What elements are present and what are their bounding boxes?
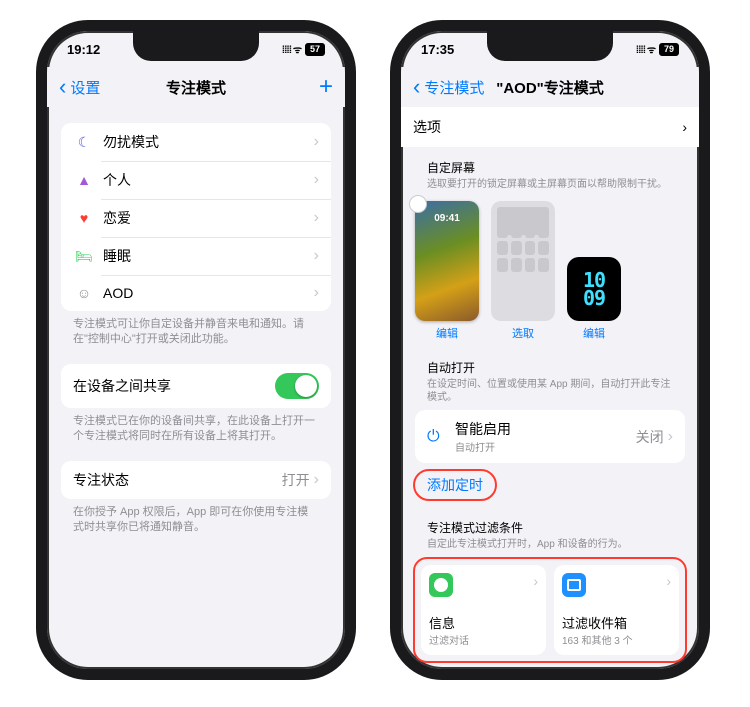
filters-header: 专注模式过滤条件 xyxy=(401,507,699,538)
mail-app-icon xyxy=(562,573,586,597)
mode-personal[interactable]: ▲ 个人 › xyxy=(61,161,331,199)
share-footer: 专注模式已在你的设备间共享，在此设备上打开一个专注模式将同时在所有设备上将其打开… xyxy=(61,408,331,445)
filters-highlight: › 信息 过滤对话 › 过滤收件箱 xyxy=(413,557,687,663)
filter-messages-card[interactable]: › 信息 过滤对话 xyxy=(421,565,546,655)
filter-mail-card[interactable]: › 过滤收件箱 163 和其他 3 个 xyxy=(554,565,679,655)
signal-icon: ⁞⁞⁞⁞ ᯤ xyxy=(636,42,655,56)
face-icon: ☺ xyxy=(73,285,95,301)
notch xyxy=(133,31,259,61)
nav-bar: 专注模式 "AOD"专注模式 xyxy=(401,67,699,107)
custom-screens-row: 编辑 选取 10 09 xyxy=(401,197,699,347)
add-schedule-button[interactable]: 添加定时 xyxy=(413,469,497,501)
battery-icon: 79 xyxy=(659,43,679,56)
back-button[interactable]: 专注模式 xyxy=(413,77,484,98)
chevron-right-icon: › xyxy=(314,247,319,265)
status-time: 19:12 xyxy=(67,42,100,57)
notch xyxy=(487,31,613,61)
mode-love[interactable]: ♥ 恋爱 › xyxy=(61,199,331,237)
chevron-right-icon: › xyxy=(314,471,319,489)
chevron-right-icon: › xyxy=(314,171,319,189)
phone-left: 19:12 ⁞⁞⁞⁞ ᯤ 57 设置 专注模式 + ☾ 勿扰模式 xyxy=(36,20,356,680)
moon-icon: ☾ xyxy=(73,134,95,151)
power-icon: ⏻ xyxy=(427,428,445,446)
add-button[interactable]: + xyxy=(319,75,333,99)
share-across-devices-row[interactable]: 在设备之间共享 xyxy=(61,364,331,408)
focus-status-row[interactable]: 专注状态 打开 › xyxy=(61,461,331,499)
lock-screen-item[interactable]: 编辑 xyxy=(415,201,479,341)
lock-screen-preview xyxy=(415,201,479,321)
custom-screens-header: 自定屏幕 xyxy=(401,147,699,178)
nav-bar: 设置 专注模式 + xyxy=(47,67,345,107)
mode-sleep[interactable]: 🛏 睡眠 › xyxy=(61,237,331,275)
watch-face-item[interactable]: 10 09 编辑 xyxy=(567,257,621,341)
messages-app-icon xyxy=(429,573,453,597)
bed-icon: 🛏 xyxy=(73,248,95,265)
focus-modes-list: ☾ 勿扰模式 › ▲ 个人 › ♥ 恋爱 › xyxy=(61,123,331,311)
battery-icon: 57 xyxy=(305,43,325,56)
auto-open-desc: 在设定时间、位置或使用某 App 期间，自动打开此专注模式。 xyxy=(401,378,699,410)
watch-face-preview: 10 09 xyxy=(567,257,621,321)
chevron-right-icon: › xyxy=(314,284,319,302)
person-icon: ▲ xyxy=(73,172,95,188)
auto-open-header: 自动打开 xyxy=(401,347,699,378)
mode-dnd[interactable]: ☾ 勿扰模式 › xyxy=(61,123,331,161)
heart-icon: ♥ xyxy=(73,210,95,226)
modes-footer: 专注模式可让你自定设备并静音来电和通知。请在"控制中心"打开或关闭此功能。 xyxy=(61,311,331,348)
back-button[interactable]: 设置 xyxy=(59,77,100,98)
mode-aod[interactable]: ☺ AOD › xyxy=(61,275,331,311)
home-screen-item[interactable]: 选取 xyxy=(491,201,555,341)
custom-screens-desc: 选取要打开的锁定屏幕或主屏幕页面以帮助限制干扰。 xyxy=(401,178,699,197)
options-row[interactable]: 选项 › xyxy=(401,107,699,147)
chevron-right-icon: › xyxy=(533,573,538,589)
smart-activation-row[interactable]: ⏻ 智能启用 自动打开 关闭 › xyxy=(415,410,685,463)
filters-desc: 自定此专注模式打开时，App 和设备的行为。 xyxy=(401,538,699,557)
chevron-right-icon: › xyxy=(666,573,671,589)
home-screen-preview xyxy=(491,201,555,321)
chevron-right-icon: › xyxy=(682,119,687,135)
chevron-right-icon: › xyxy=(314,209,319,227)
status-time: 17:35 xyxy=(421,42,454,57)
chevron-right-icon: › xyxy=(668,428,673,446)
phone-right: 17:35 ⁞⁞⁞⁞ ᯤ 79 专注模式 "AOD"专注模式 选项 › 自定屏幕 xyxy=(390,20,710,680)
status-footer: 在你授予 App 权限后，App 即可在你使用专注模式时共享你已将通知静音。 xyxy=(61,499,331,536)
signal-icon: ⁞⁞⁞⁞ ᯤ xyxy=(282,42,301,56)
share-toggle[interactable] xyxy=(275,373,319,399)
chevron-right-icon: › xyxy=(314,133,319,151)
